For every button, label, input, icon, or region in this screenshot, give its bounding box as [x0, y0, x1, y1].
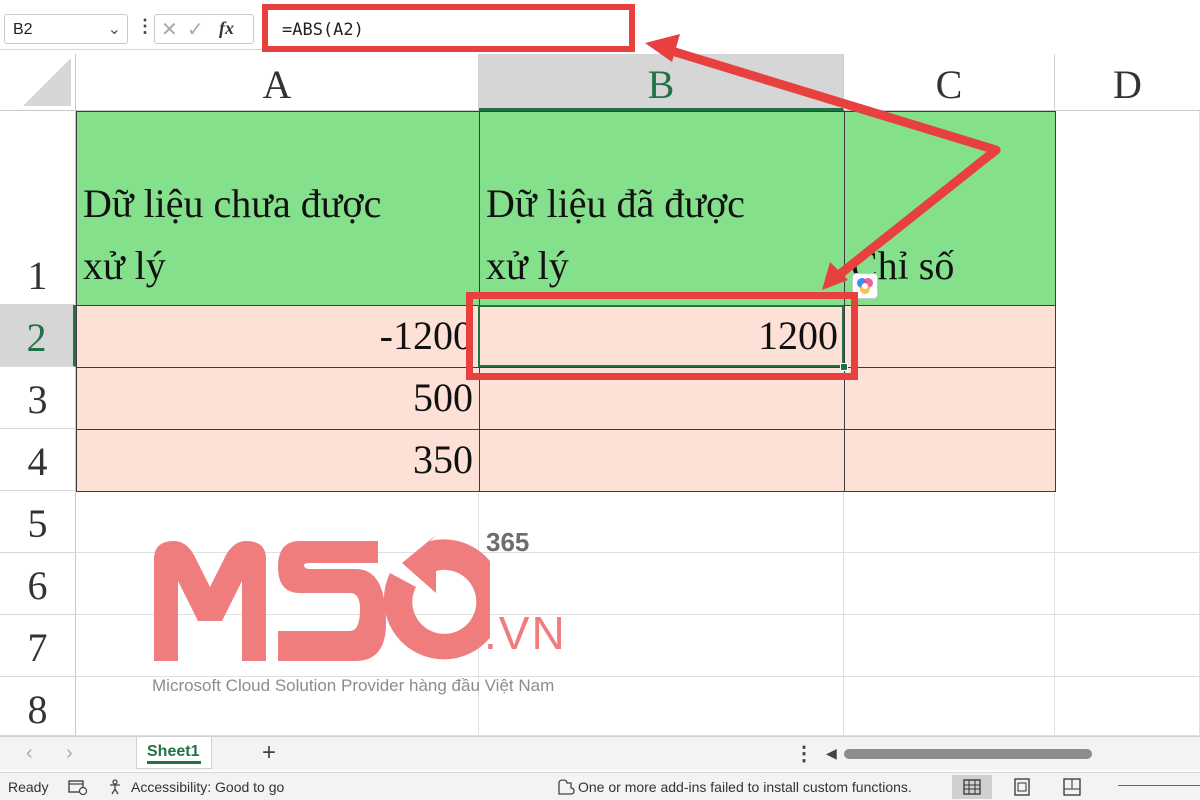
page-break-icon[interactable] — [1052, 775, 1092, 799]
sheet-tabs-bar: ‹ › Sheet1 + ⋮ ◀ — [0, 736, 1200, 770]
add-sheet-button[interactable]: + — [262, 739, 276, 767]
watermark-domain: .VN — [484, 607, 567, 659]
chevron-left-icon[interactable]: ‹ — [26, 742, 33, 765]
chevron-right-icon[interactable]: › — [66, 742, 73, 765]
watermark-tagline: Microsoft Cloud Solution Provider hàng đ… — [152, 676, 555, 695]
accessibility-status[interactable]: Accessibility: Good to go — [131, 779, 284, 795]
horizontal-scrollbar[interactable]: ◀ — [826, 745, 1200, 763]
sheet-tab-sheet1[interactable]: Sheet1 — [136, 737, 212, 769]
addins-message[interactable]: One or more add-ins failed to install cu… — [578, 779, 912, 795]
macro-icon[interactable] — [68, 779, 88, 798]
page-layout-icon[interactable] — [1002, 775, 1042, 799]
watermark-number: 365 — [486, 527, 530, 557]
normal-view-icon[interactable] — [952, 775, 992, 799]
mso-logo — [154, 535, 490, 661]
zoom-slider[interactable] — [1118, 785, 1200, 786]
addins-icon[interactable] — [556, 779, 576, 798]
scrollbar-thumb[interactable] — [844, 749, 1092, 759]
sheet-tab-label: Sheet1 — [147, 743, 200, 760]
more-icon[interactable]: ⋮ — [794, 741, 814, 766]
excel-window: B2 ⌄ ⋮ ✕ ✓ fx =ABS(A2) A B C D 1 2 3 4 5… — [0, 0, 1200, 800]
accessibility-icon[interactable] — [108, 779, 128, 798]
status-ready: Ready — [8, 779, 49, 795]
scroll-left-icon[interactable]: ◀ — [826, 745, 837, 762]
status-bar: Ready Accessibility: Good to go One or m… — [0, 772, 1200, 800]
